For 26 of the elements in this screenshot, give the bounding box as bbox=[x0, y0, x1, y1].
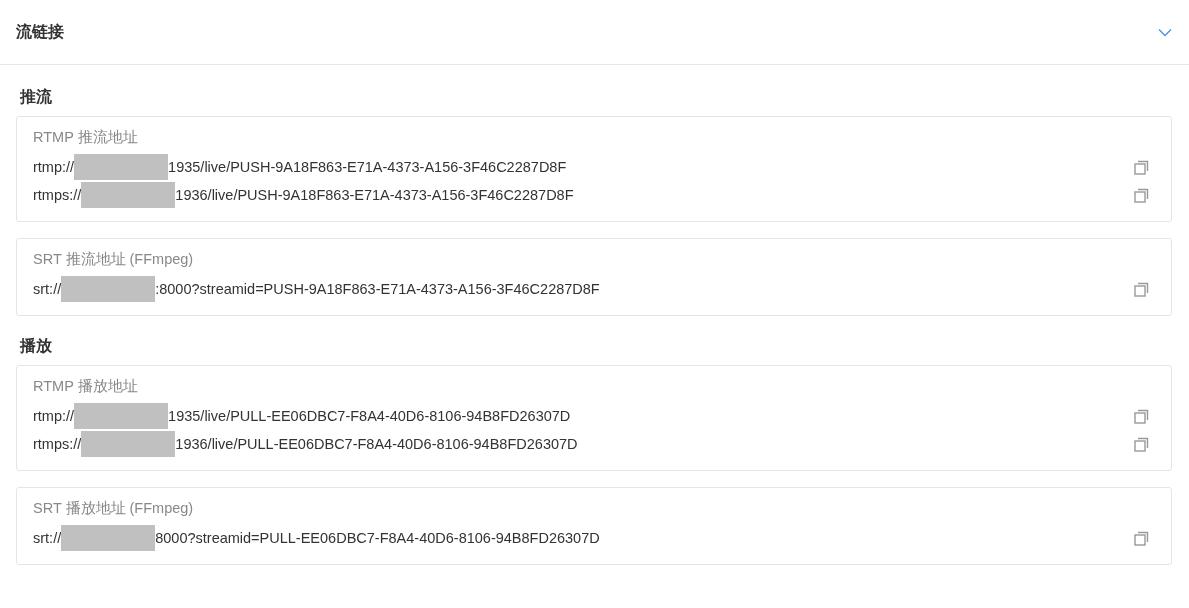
url-prefix: rtmps:// bbox=[33, 436, 82, 452]
url-suffix: 8000?streamid=PULL-EE06DBC7-F8A4-40D6-8106-94B8FD26307D bbox=[155, 530, 600, 546]
url-prefix: srt:// bbox=[33, 281, 62, 297]
copy-icon[interactable] bbox=[1133, 158, 1151, 176]
chevron-icon[interactable] bbox=[1158, 27, 1172, 37]
url-suffix: 1936/live/PUSH-9A18F863-E71A-4373-A156-3F46C2287D8F bbox=[175, 187, 574, 203]
card-label: RTMP 播放地址 bbox=[33, 377, 139, 396]
url-prefix: srt:// bbox=[33, 530, 62, 546]
url-suffix: 1936/live/PULL-EE06DBC7-F8A4-40D6-8106-94B8FD26307D bbox=[175, 436, 578, 452]
card-label: RTMP 推流地址 bbox=[33, 128, 139, 147]
url-suffix: 1935/live/PULL-EE06DBC7-F8A4-40D6-8106-94B8FD26307D bbox=[168, 408, 571, 424]
copy-icon[interactable] bbox=[1133, 280, 1151, 298]
url-prefix: rtmp:// bbox=[33, 408, 75, 424]
copy-icon[interactable] bbox=[1133, 186, 1151, 204]
section-heading: 推流 bbox=[20, 87, 53, 107]
url-suffix: 1935/live/PUSH-9A18F863-E71A-4373-A156-3F46C2287D8F bbox=[168, 159, 567, 175]
panel-title: 流链接 bbox=[16, 21, 64, 42]
copy-icon[interactable] bbox=[1133, 529, 1151, 547]
copy-icon[interactable] bbox=[1133, 407, 1151, 425]
url-prefix: rtmp:// bbox=[33, 159, 75, 175]
url-prefix: rtmps:// bbox=[33, 187, 82, 203]
section-heading: 播放 bbox=[20, 336, 53, 356]
card-label: SRT 推流地址 (FFmpeg) bbox=[33, 250, 195, 269]
url-suffix: :8000?streamid=PUSH-9A18F863-E71A-4373-A156-3F46C2287D8F bbox=[155, 281, 600, 297]
copy-icon[interactable] bbox=[1133, 435, 1151, 453]
card-label: SRT 播放地址 (FFmpeg) bbox=[33, 499, 195, 518]
